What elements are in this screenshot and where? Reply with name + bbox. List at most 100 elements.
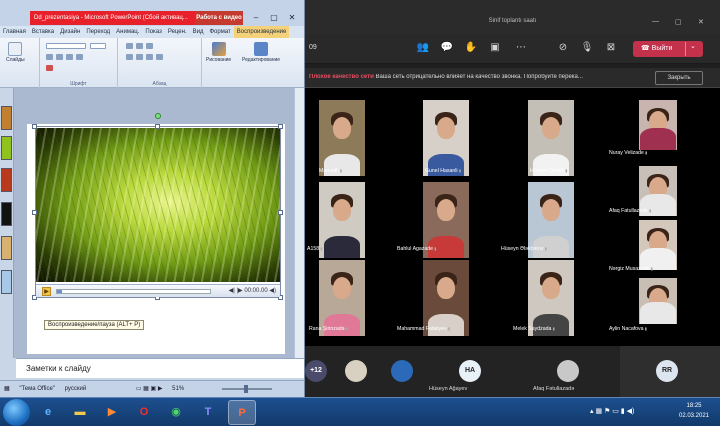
seek-bar[interactable]	[56, 289, 211, 294]
participant-video[interactable]	[319, 260, 365, 336]
network-icon[interactable]: ▦	[595, 408, 602, 415]
participant-video[interactable]	[319, 100, 365, 176]
font-size-select[interactable]	[90, 43, 106, 49]
teams-icon[interactable]: T	[194, 400, 222, 425]
new-slide-button[interactable]: Слайды	[6, 42, 25, 63]
view-buttons[interactable]: ▭ ▦ ▣ ▶	[136, 381, 163, 397]
rotation-handle[interactable]	[155, 113, 161, 119]
editing-button[interactable]: Редактирование	[242, 42, 280, 63]
resize-handle[interactable]	[278, 210, 283, 215]
align-right-icon[interactable]	[146, 54, 153, 60]
media-player-icon[interactable]: ▶	[98, 400, 126, 425]
bullets-icon[interactable]	[126, 43, 133, 49]
drawing-button[interactable]: Рисование	[206, 42, 231, 63]
italic-icon[interactable]	[56, 54, 63, 60]
rooms-icon[interactable]: ▣	[487, 40, 503, 56]
chat-icon[interactable]: 💬	[439, 40, 455, 56]
slide-sorter-icon[interactable]: ▦	[4, 381, 10, 397]
tab-slideshow[interactable]: Показ	[142, 26, 164, 38]
slide-thumbnail[interactable]	[1, 168, 12, 192]
clock[interactable]: 18:25 02.03.2021	[672, 401, 716, 421]
rewind-icon[interactable]: ◀|	[229, 288, 235, 294]
volume-icon[interactable]: ◀)	[627, 408, 635, 415]
bold-icon[interactable]	[46, 54, 53, 60]
underline-icon[interactable]	[66, 54, 73, 60]
participant-video[interactable]	[319, 182, 365, 258]
resize-handle[interactable]	[278, 124, 283, 129]
camera-off-icon[interactable]: ⊘	[555, 40, 571, 56]
participant-video[interactable]	[639, 278, 677, 324]
font-name-select[interactable]	[46, 43, 86, 49]
raise-hand-icon[interactable]: ✋	[463, 40, 479, 56]
zoom-knob[interactable]	[244, 385, 248, 393]
overflow-participants-badge[interactable]: +12	[305, 360, 327, 382]
strikethrough-icon[interactable]	[76, 54, 83, 60]
minimize-icon[interactable]: —	[652, 18, 659, 25]
participant-video[interactable]	[528, 260, 574, 336]
signal-icon[interactable]: ▮	[621, 408, 625, 415]
numbering-icon[interactable]	[136, 43, 143, 49]
justify-icon[interactable]	[156, 54, 163, 60]
flag-icon[interactable]: ⚑	[604, 408, 610, 415]
participant-video[interactable]	[528, 100, 574, 176]
forward-icon[interactable]: |▶	[236, 288, 242, 294]
align-center-icon[interactable]	[136, 54, 143, 60]
powerpoint-icon[interactable]: P	[228, 400, 256, 425]
participant-avatar[interactable]	[557, 360, 579, 382]
start-button[interactable]	[3, 399, 30, 426]
chevron-down-icon[interactable]: ⌄	[690, 42, 696, 50]
close-icon[interactable]: ✕	[284, 11, 300, 24]
tab-review[interactable]: Рецен.	[165, 26, 190, 38]
slide-thumbnail[interactable]	[1, 202, 12, 226]
resize-handle[interactable]	[32, 124, 37, 129]
notes-pane[interactable]: Заметки к слайду	[16, 358, 304, 378]
tab-transitions[interactable]: Переход	[83, 26, 113, 38]
close-warning-button[interactable]: Закрыть	[655, 71, 703, 85]
participants-icon[interactable]: 👥	[415, 40, 431, 56]
video-tools-context-tab[interactable]: Работа с видео	[195, 11, 243, 25]
font-color-icon[interactable]	[46, 65, 53, 71]
ribbon: Слайды Шрифт Абзац Рисование Редактирова…	[0, 38, 304, 88]
tab-insert[interactable]: Вставка	[29, 26, 57, 38]
share-screen-icon[interactable]: ⊠	[603, 40, 619, 56]
tab-design[interactable]: Дизайн	[57, 26, 83, 38]
rr-tile[interactable]: RR	[620, 346, 720, 397]
participant-video[interactable]	[639, 100, 677, 150]
play-pause-button[interactable]: ▶	[42, 287, 51, 296]
tab-playback[interactable]: Воспроизведение	[233, 26, 290, 38]
more-options-icon[interactable]: ⋯	[513, 40, 529, 56]
resize-handle[interactable]	[32, 210, 37, 215]
indent-icon[interactable]	[146, 43, 153, 49]
slide-thumbnail[interactable]	[1, 270, 12, 294]
vertical-scrollbar[interactable]	[294, 88, 304, 358]
close-icon[interactable]: ✕	[698, 18, 704, 26]
minimize-icon[interactable]: –	[248, 11, 264, 24]
ha-avatar[interactable]: HA	[459, 360, 481, 382]
flag-avatar[interactable]	[391, 360, 413, 382]
resize-handle[interactable]	[155, 124, 160, 129]
volume-icon[interactable]: ◀)	[269, 288, 276, 294]
tab-view[interactable]: Вид	[190, 26, 207, 38]
file-explorer-icon[interactable]: ▬	[66, 400, 94, 425]
chrome-icon[interactable]: ◉	[162, 400, 190, 425]
zoom-slider[interactable]	[222, 385, 272, 393]
maximize-icon[interactable]: ▢	[266, 11, 282, 24]
tray-arrow-icon[interactable]: ▴	[590, 408, 594, 415]
participant-video[interactable]	[639, 220, 677, 270]
monitor-icon[interactable]: ▭	[612, 408, 619, 415]
opera-icon[interactable]: O	[130, 400, 158, 425]
slide-thumbnail[interactable]	[1, 136, 12, 160]
maximize-icon[interactable]: ▢	[675, 18, 682, 26]
tab-animations[interactable]: Анимац.	[113, 26, 142, 38]
slide-thumbnail[interactable]	[1, 236, 12, 260]
participant-video[interactable]	[423, 100, 469, 176]
participant-video[interactable]	[423, 260, 469, 336]
microphone-icon[interactable]: 🎙	[579, 40, 595, 56]
tab-home[interactable]: Главная	[0, 26, 29, 38]
tab-format[interactable]: Формат	[206, 26, 233, 38]
video-grass-frame[interactable]	[36, 128, 280, 282]
slide-thumbnail[interactable]	[1, 106, 12, 130]
participant-avatar[interactable]	[345, 360, 367, 382]
align-left-icon[interactable]	[126, 54, 133, 60]
internet-explorer-icon[interactable]: e	[34, 400, 62, 425]
